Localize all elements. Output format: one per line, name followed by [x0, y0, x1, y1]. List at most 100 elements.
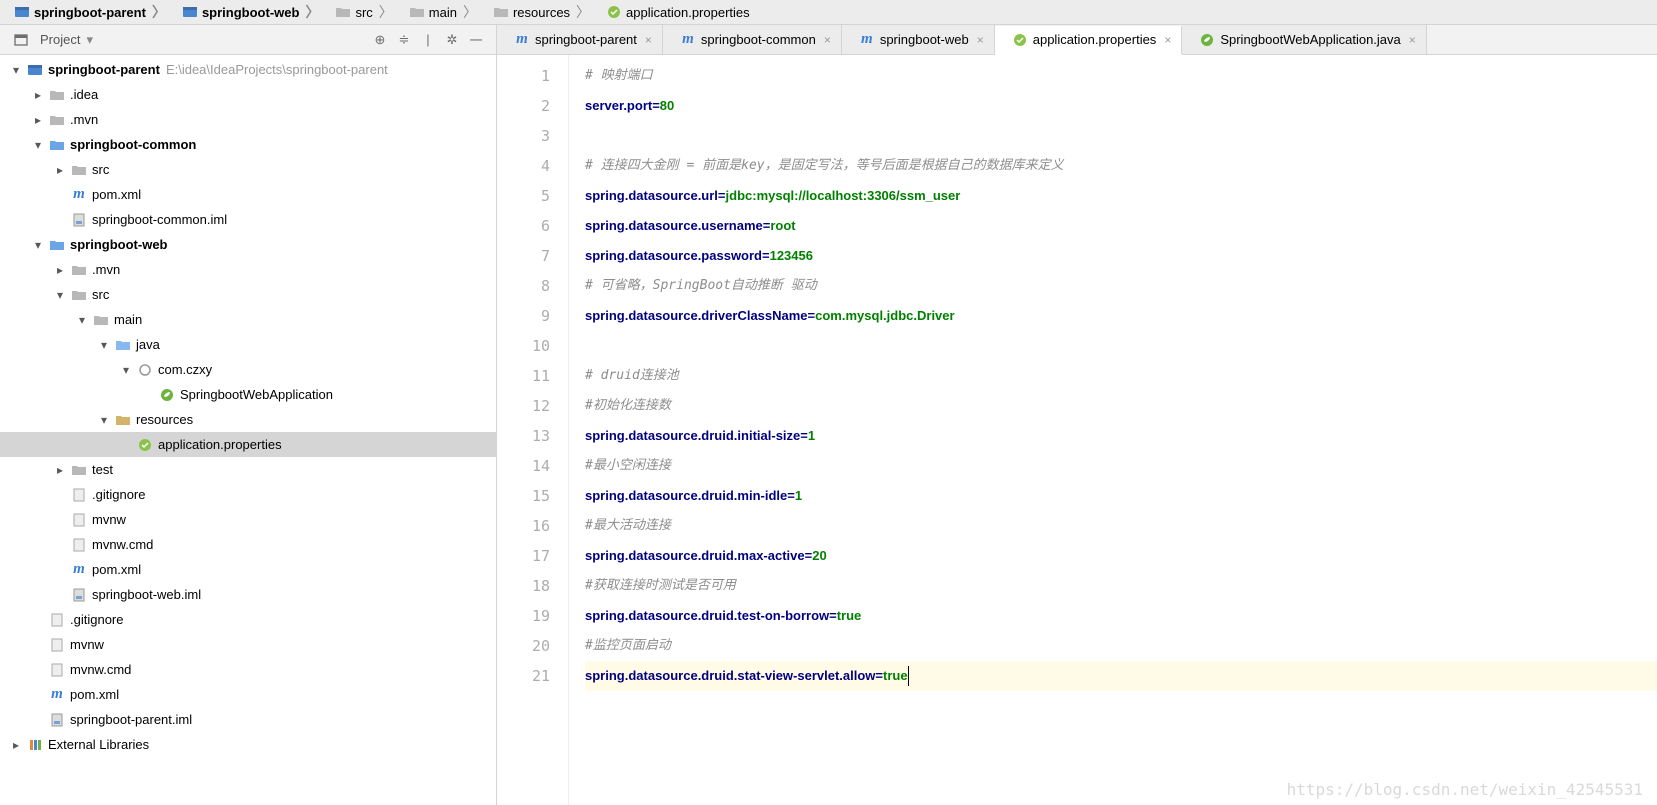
code-area[interactable]: # 映射端口server.port=80 # 连接四大金刚 = 前面是key，是…	[569, 55, 1657, 805]
tree-row[interactable]: mpom.xml	[0, 182, 496, 207]
tree-row[interactable]: application.properties	[0, 432, 496, 457]
tree-twisty[interactable]: ▸	[32, 88, 44, 102]
code-line[interactable]: #最大活动连接	[585, 511, 1657, 541]
code-line[interactable]: spring.datasource.password=123456	[585, 241, 1657, 271]
code-line[interactable]: spring.datasource.druid.min-idle=1	[585, 481, 1657, 511]
editor-tab[interactable]: application.properties×	[995, 26, 1183, 55]
breadcrumb-item[interactable]: resources〉	[485, 0, 598, 24]
tree-twisty[interactable]: ▸	[10, 738, 22, 752]
tree-label: .idea	[70, 87, 98, 102]
locate-icon[interactable]: ⊕	[370, 30, 390, 50]
code-line[interactable]: spring.datasource.druid.initial-size=1	[585, 421, 1657, 451]
tree-twisty[interactable]: ▾	[54, 288, 66, 302]
code-line[interactable]: #获取连接时测试是否可用	[585, 571, 1657, 601]
tree-hint: E:\idea\IdeaProjects\springboot-parent	[166, 62, 388, 77]
breadcrumb-item[interactable]: src〉	[327, 0, 400, 24]
tree-row[interactable]: springboot-parent.iml	[0, 707, 496, 732]
tree-row[interactable]: ▾springboot-common	[0, 132, 496, 157]
tree-row[interactable]: ▸.mvn	[0, 257, 496, 282]
tree-row[interactable]: mpom.xml	[0, 557, 496, 582]
tree-row[interactable]: ▾com.czxy	[0, 357, 496, 382]
editor-tab[interactable]: mspringboot-parent×	[497, 25, 663, 54]
tree-row[interactable]: mpom.xml	[0, 682, 496, 707]
panel-dropdown[interactable]: ▾	[86, 32, 93, 48]
tree-twisty[interactable]: ▾	[120, 363, 132, 377]
tree-row[interactable]: SpringbootWebApplication	[0, 382, 496, 407]
code-line[interactable]: spring.datasource.druid.stat-view-servle…	[585, 661, 1657, 691]
code-line[interactable]: #最小空闲连接	[585, 451, 1657, 481]
collapse-icon[interactable]: 一	[466, 30, 486, 50]
gear-icon[interactable]: ✲	[442, 30, 462, 50]
iml-icon	[48, 711, 66, 729]
tree-row[interactable]: ▸.mvn	[0, 107, 496, 132]
tree-row[interactable]: .gitignore	[0, 482, 496, 507]
folder-icon	[493, 4, 509, 20]
tree-row[interactable]: ▾main	[0, 307, 496, 332]
code-line[interactable]: # 映射端口	[585, 61, 1657, 91]
editor[interactable]: 123456789101112131415161718192021 # 映射端口…	[497, 55, 1657, 805]
project-tree[interactable]: ▾springboot-parentE:\idea\IdeaProjects\s…	[0, 55, 496, 805]
code-line[interactable]: spring.datasource.driverClassName=com.my…	[585, 301, 1657, 331]
tree-twisty[interactable]: ▸	[54, 463, 66, 477]
close-icon[interactable]: ×	[977, 33, 984, 47]
code-line[interactable]: # 连接四大金刚 = 前面是key，是固定写法，等号后面是根据自己的数据库来定义	[585, 151, 1657, 181]
code-line[interactable]: # 可省略，SpringBoot自动推断 驱动	[585, 271, 1657, 301]
code-line[interactable]	[585, 331, 1657, 361]
expand-icon[interactable]: ≑	[394, 30, 414, 50]
close-icon[interactable]: ×	[645, 33, 652, 47]
tree-row[interactable]: ▾java	[0, 332, 496, 357]
line-number: 5	[497, 181, 550, 211]
tree-row[interactable]: mvnw.cmd	[0, 657, 496, 682]
code-line[interactable]: spring.datasource.druid.max-active=20	[585, 541, 1657, 571]
code-line[interactable]: #监控页面启动	[585, 631, 1657, 661]
code-line[interactable]: #初始化连接数	[585, 391, 1657, 421]
tree-row[interactable]: ▾springboot-parentE:\idea\IdeaProjects\s…	[0, 57, 496, 82]
tree-row[interactable]: mvnw	[0, 632, 496, 657]
tree-row[interactable]: ▾resources	[0, 407, 496, 432]
tree-twisty[interactable]: ▾	[76, 313, 88, 327]
tree-twisty[interactable]: ▾	[98, 338, 110, 352]
tree-row[interactable]: mvnw.cmd	[0, 532, 496, 557]
editor-tab[interactable]: mspringboot-web×	[842, 25, 995, 54]
tree-label: springboot-web	[70, 237, 168, 252]
close-icon[interactable]: ×	[1164, 33, 1171, 47]
editor-tab[interactable]: mspringboot-common×	[663, 25, 842, 54]
tree-twisty[interactable]: ▾	[10, 63, 22, 77]
code-line[interactable]: spring.datasource.username=root	[585, 211, 1657, 241]
tree-row[interactable]: springboot-common.iml	[0, 207, 496, 232]
tree-row[interactable]: ▸src	[0, 157, 496, 182]
tree-row[interactable]: .gitignore	[0, 607, 496, 632]
tree-label: pom.xml	[70, 687, 119, 702]
editor-tab[interactable]: SpringbootWebApplication.java×	[1182, 25, 1426, 54]
tree-row[interactable]: ▾src	[0, 282, 496, 307]
tree-twisty[interactable]: ▾	[32, 138, 44, 152]
tree-twisty[interactable]: ▸	[54, 263, 66, 277]
tree-label: pom.xml	[92, 562, 141, 577]
breadcrumb-item[interactable]: springboot-web〉	[174, 0, 328, 24]
tree-twisty[interactable]: ▸	[54, 163, 66, 177]
tree-twisty[interactable]: ▸	[32, 113, 44, 127]
tree-row[interactable]: mvnw	[0, 507, 496, 532]
code-line[interactable]: spring.datasource.druid.test-on-borrow=t…	[585, 601, 1657, 631]
breadcrumb-item[interactable]: springboot-parent〉	[6, 0, 174, 24]
tab-label: springboot-parent	[535, 32, 637, 47]
line-number: 17	[497, 541, 550, 571]
tree-twisty[interactable]: ▾	[98, 413, 110, 427]
tree-row[interactable]: springboot-web.iml	[0, 582, 496, 607]
breadcrumb-item[interactable]: main〉	[401, 0, 485, 24]
close-icon[interactable]: ×	[824, 33, 831, 47]
code-line[interactable]: # druid连接池	[585, 361, 1657, 391]
tree-label: mvnw.cmd	[92, 537, 153, 552]
tree-row[interactable]: ▾ springboot-web	[0, 232, 496, 257]
tree-twisty[interactable]: ▾	[32, 238, 44, 252]
code-line[interactable]: spring.datasource.url=jdbc:mysql://local…	[585, 181, 1657, 211]
tree-row[interactable]: ▸test	[0, 457, 496, 482]
code-line[interactable]: server.port=80	[585, 91, 1657, 121]
breadcrumb-item[interactable]: application.properties	[598, 0, 758, 24]
folder-dim-icon	[48, 111, 66, 129]
code-line[interactable]	[585, 121, 1657, 151]
close-icon[interactable]: ×	[1409, 33, 1416, 47]
workspace: Project ▾ ⊕ ≑ | ✲ 一 ▾springboot-parentE:…	[0, 25, 1657, 805]
tree-row[interactable]: ▸ .idea	[0, 82, 496, 107]
tree-row[interactable]: ▸External Libraries	[0, 732, 496, 757]
